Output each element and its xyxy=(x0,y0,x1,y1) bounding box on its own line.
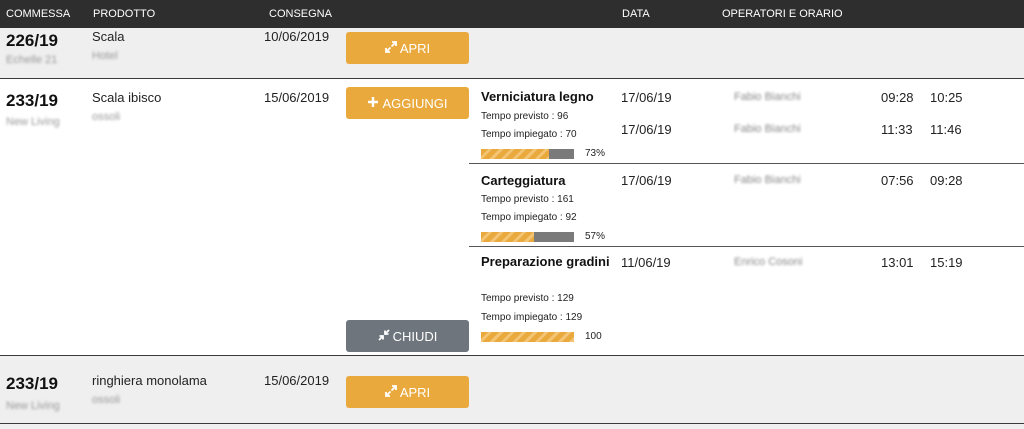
order-row: 233/19 New Living ringhiera monolama oss… xyxy=(0,356,1024,429)
open-button-label: APRI xyxy=(399,384,431,400)
task-planned-time: Tempo previsto : 96 xyxy=(481,111,569,122)
order-row-expanded: 233/19 New Living Scala ibisco ossoli 15… xyxy=(0,79,1024,355)
task-planned-time: Tempo previsto : 161 xyxy=(481,194,574,205)
task-progress-bar xyxy=(481,149,574,159)
collapse-icon xyxy=(377,328,390,344)
order-product-sub: ossoli xyxy=(92,111,121,123)
entry-date: 17/06/19 xyxy=(621,90,672,105)
entry-date: 17/06/19 xyxy=(621,122,672,137)
entry-operator: Fabio Bianchi xyxy=(734,123,801,135)
entry-operator: Enrico Cosoni xyxy=(734,256,803,268)
task-progress-bar xyxy=(481,232,574,242)
order-product: ringhiera monolama xyxy=(92,373,207,388)
entry-operator: Fabio Bianchi xyxy=(734,174,801,186)
task-block: Carteggiatura Tempo previsto : 161 Tempo… xyxy=(469,164,1024,246)
expand-icon xyxy=(384,384,397,400)
order-client: New Living xyxy=(6,116,60,128)
row-divider xyxy=(0,423,1024,424)
task-name: Verniciatura legno xyxy=(481,89,594,104)
entry-start-time: 09:28 xyxy=(881,90,914,105)
expand-icon xyxy=(384,40,397,56)
task-block: Verniciatura legno Tempo previsto : 96 T… xyxy=(469,79,1024,163)
task-name: Carteggiatura xyxy=(481,173,566,188)
task-progress-label: 57% xyxy=(585,231,606,242)
entry-date: 17/06/19 xyxy=(621,173,672,188)
header-data: DATA xyxy=(622,8,650,20)
task-used-time: Tempo impiegato : 92 xyxy=(481,212,577,223)
entry-start-time: 13:01 xyxy=(881,255,914,270)
order-product-sub: ossoli xyxy=(92,394,121,406)
order-code: 226/19 xyxy=(6,31,58,50)
close-button-label: CHIUDI xyxy=(392,328,438,344)
close-button[interactable]: CHIUDI xyxy=(346,320,469,352)
order-product: Scala ibisco xyxy=(92,90,162,105)
order-delivery: 10/06/2019 xyxy=(264,29,330,44)
order-client: New Living xyxy=(6,400,60,412)
open-button[interactable]: APRI xyxy=(346,376,469,408)
add-button[interactable]: AGGIUNGI xyxy=(346,87,469,119)
entry-end-time: 15:19 xyxy=(930,255,963,270)
task-used-time: Tempo impiegato : 129 xyxy=(481,312,583,323)
order-product: Scala xyxy=(92,29,125,44)
header-prodotto: PRODOTTO xyxy=(93,8,156,20)
entry-end-time: 11:46 xyxy=(930,122,962,137)
order-code: 233/19 xyxy=(6,91,58,110)
order-delivery: 15/06/2019 xyxy=(264,90,330,105)
header-operatori: OPERATORI E ORARIO xyxy=(722,8,843,20)
task-planned-time: Tempo previsto : 129 xyxy=(481,293,574,304)
order-code: 233/19 xyxy=(6,374,58,393)
plus-icon xyxy=(367,96,379,111)
task-progress-label: 100 xyxy=(585,331,602,342)
header-consegna: CONSEGNA xyxy=(269,8,332,20)
entry-start-time: 07:56 xyxy=(881,173,914,188)
entry-operator: Fabio Bianchi xyxy=(734,91,801,103)
order-delivery: 15/06/2019 xyxy=(264,373,330,388)
add-button-label: AGGIUNGI xyxy=(382,95,448,111)
order-product-sub: Hotel xyxy=(92,50,118,62)
entry-end-time: 09:28 xyxy=(930,173,963,188)
table-header: COMMESSA PRODOTTO CONSEGNA DATA OPERATOR… xyxy=(0,0,1024,28)
task-name: Preparazione gradini xyxy=(481,254,610,269)
entry-start-time: 11:33 xyxy=(881,122,913,137)
task-block: Preparazione gradini Tempo previsto : 12… xyxy=(469,247,1024,353)
open-button[interactable]: APRI xyxy=(346,32,469,64)
task-progress-label: 73% xyxy=(585,148,606,159)
task-progress-bar xyxy=(481,332,574,342)
entry-date: 11/06/19 xyxy=(621,255,671,270)
entry-end-time: 10:25 xyxy=(930,90,963,105)
open-button-label: APRI xyxy=(399,40,431,56)
order-row: 226/19 Echelle 21 Scala Hotel 10/06/2019… xyxy=(0,28,1024,78)
header-commessa: COMMESSA xyxy=(6,8,71,20)
task-used-time: Tempo impiegato : 70 xyxy=(481,129,577,140)
order-client: Echelle 21 xyxy=(6,54,58,66)
